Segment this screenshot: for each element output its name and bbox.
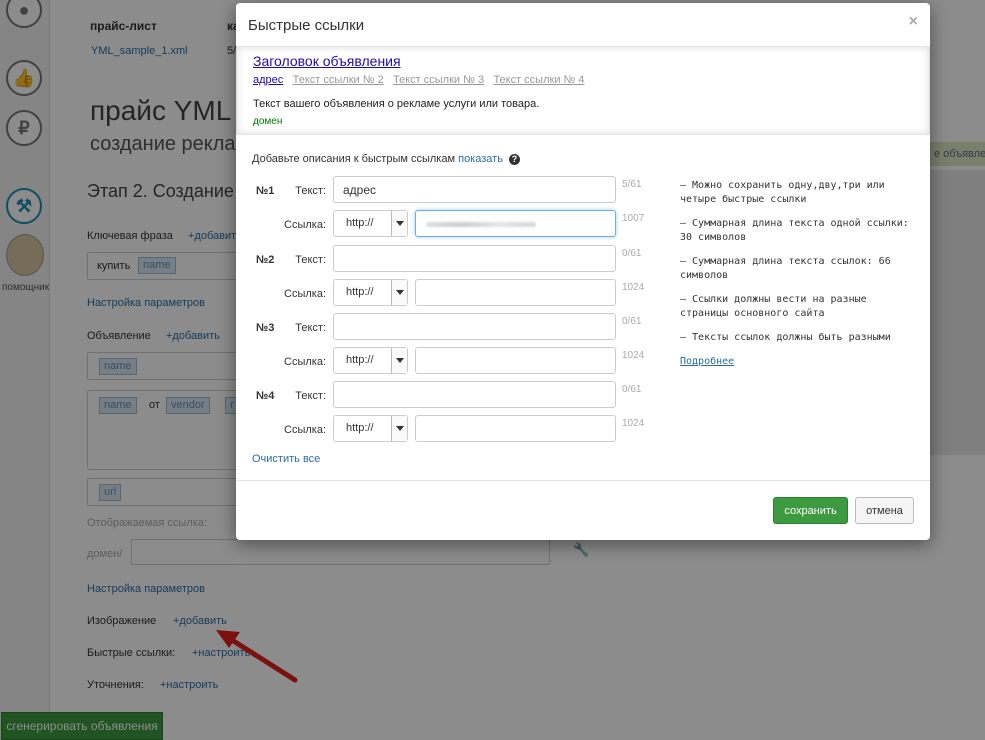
chevron-down-icon[interactable] bbox=[391, 416, 407, 441]
modal-footer: сохранить отмена bbox=[236, 480, 930, 540]
entry-3-text-input[interactable] bbox=[333, 313, 616, 340]
entry-1-number: №1 bbox=[256, 185, 275, 197]
hints-list: — Можно сохранить одну,дву,три или четыр… bbox=[680, 179, 915, 379]
entry-4-text-counter: 0/61 bbox=[622, 384, 642, 395]
clear-all-link[interactable]: Очистить все bbox=[252, 453, 320, 465]
blurred-url bbox=[426, 222, 536, 227]
entry-1-text-label: Текст: bbox=[295, 185, 326, 197]
quick-links-modal: Быстрые ссылки × Заголовок объявления ад… bbox=[236, 3, 930, 540]
more-info-link[interactable]: Подробнее bbox=[680, 356, 734, 367]
close-icon[interactable]: × bbox=[909, 13, 918, 31]
entry-2-link-row: Ссылка: http:// 1024 bbox=[236, 279, 666, 311]
ad-preview-links: адрес Текст ссылки № 2 Текст ссылки № 3 … bbox=[253, 72, 913, 86]
entry-1-protocol-value: http:// bbox=[346, 217, 374, 229]
entry-2-text-label: Текст: bbox=[295, 254, 326, 266]
entry-4-text-label: Текст: bbox=[295, 390, 326, 402]
entry-1-link-label: Ссылка: bbox=[284, 219, 326, 231]
entry-3-link-label: Ссылка: bbox=[284, 356, 326, 368]
hint-item: — Можно сохранить одну,дву,три или четыр… bbox=[680, 180, 885, 205]
entry-2-link-label: Ссылка: bbox=[284, 288, 326, 300]
chevron-down-icon[interactable] bbox=[391, 280, 407, 305]
entry-4-link-row: Ссылка: http:// 1024 bbox=[236, 415, 666, 447]
entry-2-protocol-select[interactable]: http:// bbox=[333, 279, 408, 306]
entry-3-text-label: Текст: bbox=[295, 322, 326, 334]
entry-4-text-input[interactable] bbox=[333, 381, 616, 408]
hint-item: — Тексты ссылок должны быть разными bbox=[680, 332, 891, 343]
entry-2-text-input[interactable] bbox=[333, 245, 616, 272]
entry-3-link-row: Ссылка: http:// 1024 bbox=[236, 347, 666, 379]
entry-4-protocol-select[interactable]: http:// bbox=[333, 415, 408, 442]
entry-2-url-counter: 1024 bbox=[622, 282, 645, 293]
modal-header: Быстрые ссылки × bbox=[236, 3, 930, 47]
entry-2-text-counter: 0/61 bbox=[622, 248, 642, 259]
description-text: Добавьте описания к быстрым ссылкам bbox=[252, 153, 456, 165]
entry-2-url-input[interactable] bbox=[415, 279, 616, 306]
modal-title: Быстрые ссылки bbox=[248, 17, 365, 34]
entry-2-protocol-value: http:// bbox=[346, 286, 374, 298]
entry-3-protocol-select[interactable]: http:// bbox=[333, 347, 408, 374]
modal-body: Добавьте описания к быстрым ссылкам пока… bbox=[236, 135, 930, 483]
entry-3-number: №3 bbox=[256, 322, 275, 334]
ad-preview: Заголовок объявления адрес Текст ссылки … bbox=[236, 47, 930, 135]
entry-1-link-row: Ссылка: http:// 1007 bbox=[236, 210, 666, 242]
preview-link-2: Текст ссылки № 2 bbox=[292, 74, 384, 86]
cancel-button[interactable]: отмена bbox=[855, 497, 914, 524]
entry-2-text-row: №2 Текст: 0/61 bbox=[236, 245, 666, 277]
hint-item: — Ссылки должны вести на разные страницы… bbox=[680, 294, 867, 319]
preview-link-3: Текст ссылки № 3 bbox=[393, 74, 485, 86]
help-icon[interactable]: ? bbox=[508, 154, 520, 165]
entry-1-url-input[interactable] bbox=[415, 210, 616, 237]
entry-1-text-counter: 5/61 bbox=[622, 179, 642, 190]
preview-link-4: Текст ссылки № 4 bbox=[493, 74, 585, 86]
entry-3-text-counter: 0/61 bbox=[622, 316, 642, 327]
description: Добавьте описания к быстрым ссылкам пока… bbox=[252, 153, 520, 165]
entry-1-protocol-select[interactable]: http:// bbox=[333, 210, 408, 237]
entry-4-url-input[interactable] bbox=[415, 415, 616, 442]
entry-4-text-row: №4 Текст: 0/61 bbox=[236, 381, 666, 413]
chevron-down-icon[interactable] bbox=[391, 348, 407, 373]
entry-4-link-label: Ссылка: bbox=[284, 424, 326, 436]
hint-item: — Суммарная длина текста ссылок: 66 симв… bbox=[680, 256, 891, 281]
entry-4-protocol-value: http:// bbox=[346, 422, 374, 434]
entry-1-url-counter: 1007 bbox=[622, 213, 645, 224]
entry-1-text-input[interactable]: адрес bbox=[333, 176, 616, 203]
entry-3-url-input[interactable] bbox=[415, 347, 616, 374]
entry-4-url-counter: 1024 bbox=[622, 418, 645, 429]
hint-item: — Суммарная длина текста одной ссылки: 3… bbox=[680, 218, 909, 243]
entry-3-url-counter: 1024 bbox=[622, 350, 645, 361]
entry-4-number: №4 bbox=[256, 390, 275, 402]
chevron-down-icon[interactable] bbox=[391, 211, 407, 236]
entry-2-number: №2 bbox=[256, 254, 275, 266]
ad-preview-text: Текст вашего объявления о рекламе услуги… bbox=[253, 98, 540, 110]
ad-preview-title: Заголовок объявления bbox=[253, 53, 401, 69]
show-link[interactable]: показать bbox=[458, 153, 503, 165]
entry-3-text-row: №3 Текст: 0/61 bbox=[236, 313, 666, 345]
entry-3-protocol-value: http:// bbox=[346, 354, 374, 366]
entry-1-text-row: №1 Текст: адрес 5/61 bbox=[236, 176, 666, 208]
save-button[interactable]: сохранить bbox=[773, 497, 848, 524]
ad-preview-domain: домен bbox=[253, 116, 283, 127]
preview-link-1: адрес bbox=[253, 74, 284, 86]
